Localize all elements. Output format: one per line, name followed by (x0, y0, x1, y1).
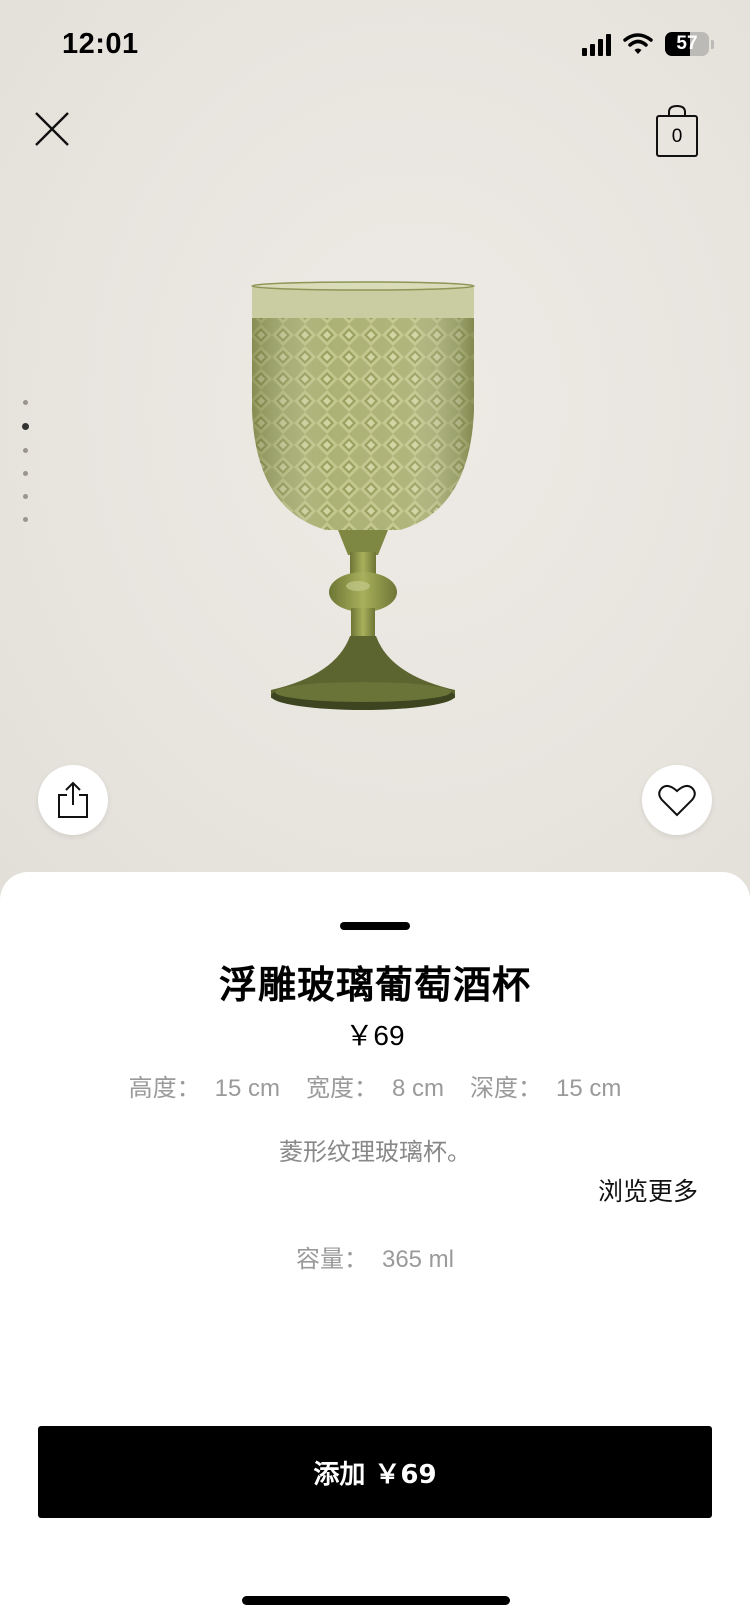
product-title: 浮雕玻璃葡萄酒杯 (218, 963, 531, 1007)
pagination-dot[interactable] (23, 517, 28, 522)
dimension-width: 宽度： 8 cm (306, 1068, 444, 1103)
capacity-value: 365 ml (381, 1246, 455, 1273)
dimension-label: 高度： (128, 1075, 201, 1102)
pagination-dot[interactable] (23, 448, 28, 453)
heart-icon (658, 785, 696, 817)
dimension-value: 15 cm (214, 1075, 280, 1102)
status-icons: 57 (582, 32, 714, 56)
sheet-grabber[interactable] (340, 922, 410, 930)
product-details-sheet: 浮雕玻璃葡萄酒杯 ￥69 高度： 15 cm 宽度： 8 cm 深度： 15 cm 菱… (0, 872, 750, 1623)
dimension-depth: 深度： 15 cm (470, 1068, 621, 1103)
status-bar: 12:01 57 (0, 0, 750, 96)
wifi-icon (623, 33, 653, 54)
dimension-label: 宽度： (305, 1075, 378, 1102)
close-icon (35, 112, 69, 146)
home-indicator (242, 1596, 510, 1605)
signal-icon (582, 32, 611, 56)
pagination-dot[interactable] (23, 494, 28, 499)
capacity-label: 容量： (295, 1246, 368, 1273)
dimension-value: 15 cm (556, 1075, 622, 1102)
pagination-dot[interactable] (23, 471, 28, 476)
favorite-button[interactable] (642, 765, 712, 835)
cart-count: 0 (671, 126, 683, 147)
status-time: 12:01 (62, 28, 139, 60)
pagination-dot-active[interactable] (22, 423, 29, 430)
dimension-value: 8 cm (391, 1075, 444, 1102)
product-description: 菱形纹理玻璃杯。 (279, 1138, 471, 1166)
close-button[interactable] (30, 107, 74, 151)
battery-level: 57 (676, 33, 698, 54)
view-more-link[interactable]: 浏览更多 (598, 1172, 698, 1208)
share-icon (58, 781, 88, 818)
share-button[interactable] (38, 765, 108, 835)
battery-icon: 57 (665, 32, 709, 56)
cart-button[interactable]: 0 (654, 104, 700, 158)
dimension-height: 高度： 15 cm (129, 1068, 280, 1103)
product-capacity: 容量： 365 ml (0, 1239, 750, 1274)
gallery-pagination (22, 400, 30, 540)
product-image (251, 281, 475, 710)
product-price: ￥69 (345, 1020, 405, 1051)
dimension-label: 深度： (470, 1075, 542, 1102)
add-to-cart-button[interactable]: 添加 ￥69 (38, 1426, 712, 1518)
pagination-dot[interactable] (23, 400, 28, 405)
battery-cap (711, 39, 714, 49)
product-dimensions: 高度： 15 cm 宽度： 8 cm 深度： 15 cm (0, 1068, 750, 1103)
